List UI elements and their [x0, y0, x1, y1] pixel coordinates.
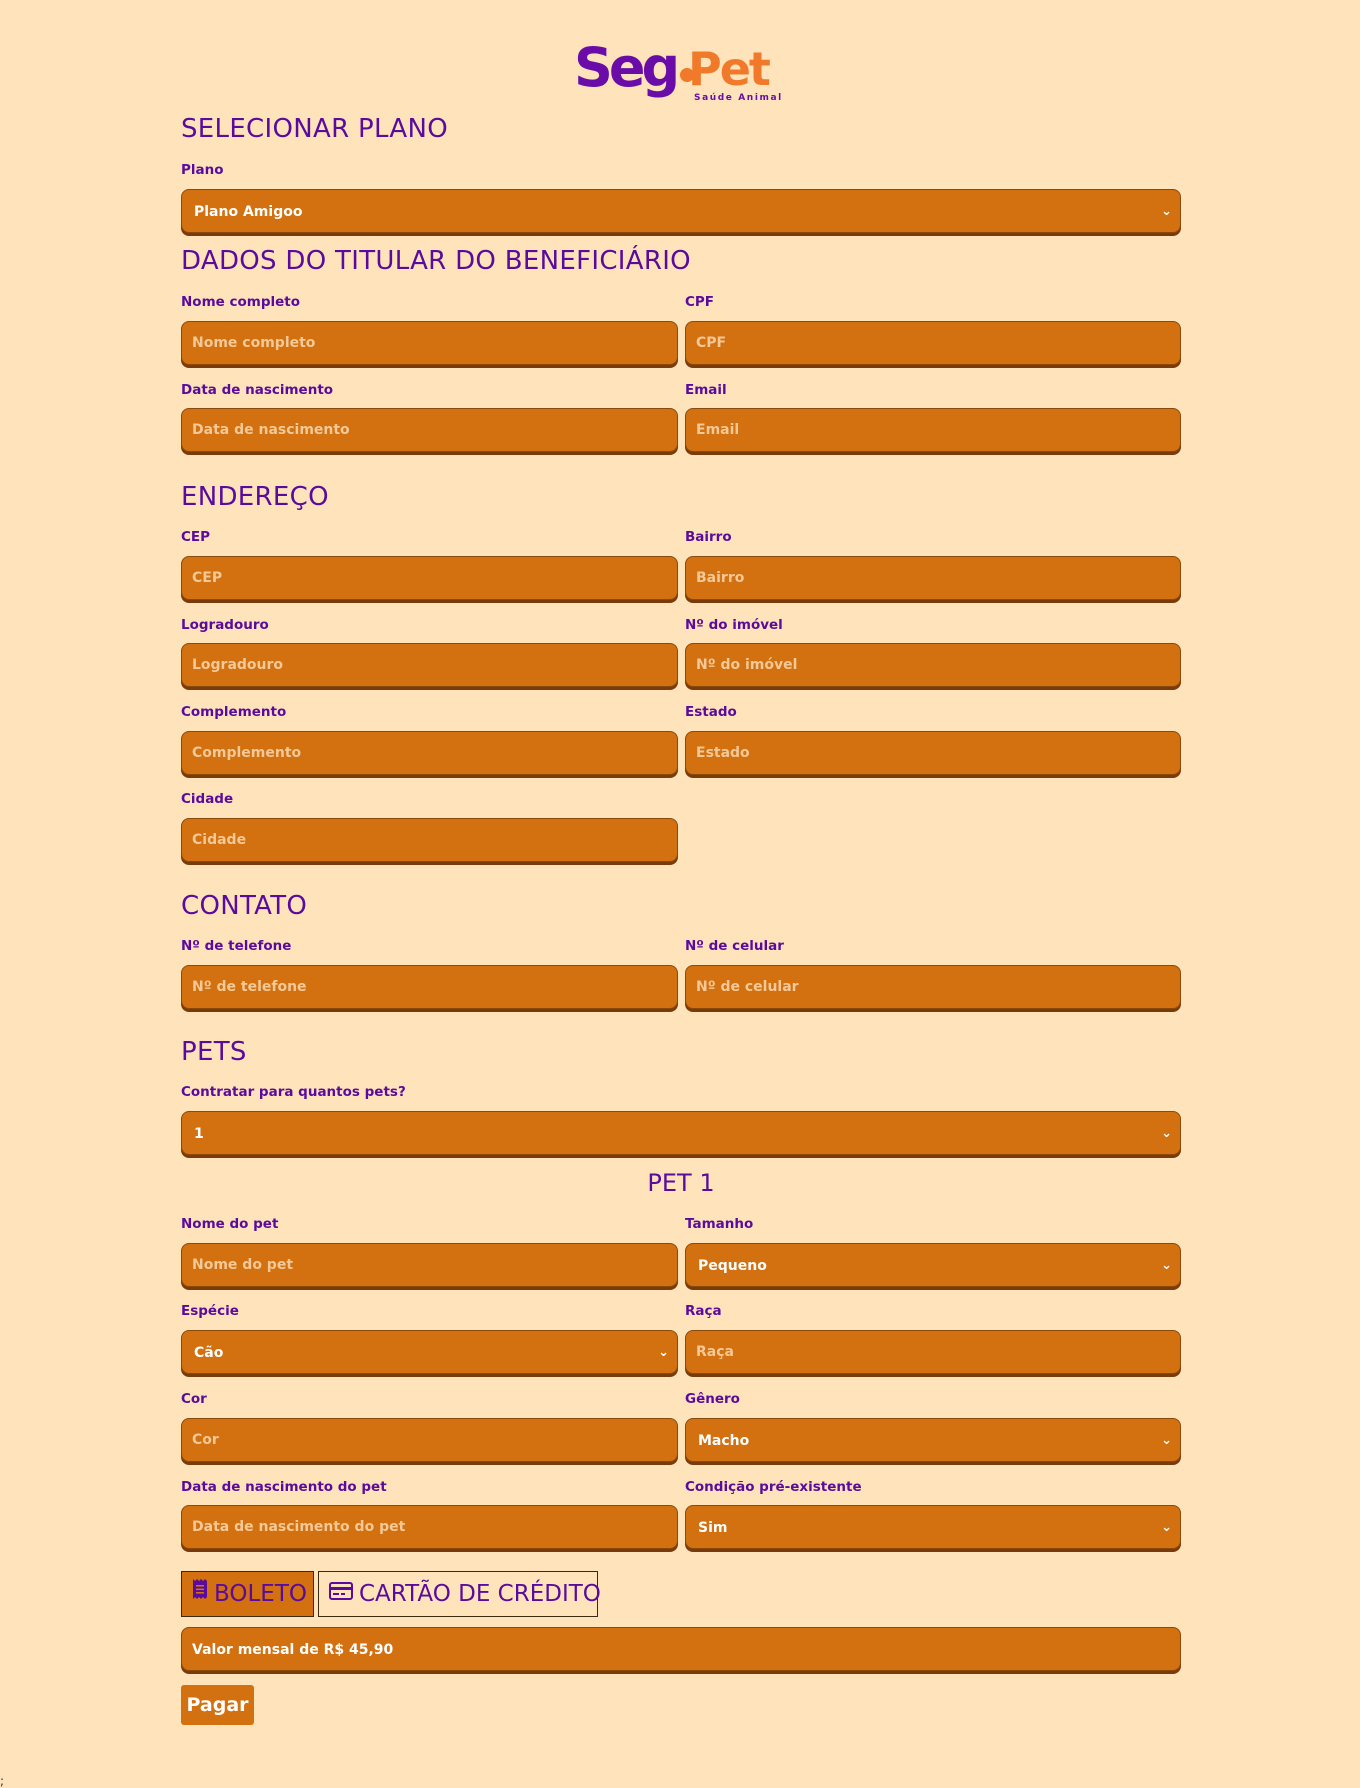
numero-imovel-input[interactable] [685, 643, 1181, 687]
celular-input[interactable] [685, 965, 1181, 1009]
label-plano: Plano [181, 162, 224, 178]
logo-subtitle: Saúde Animal [694, 93, 783, 103]
label-cidade: Cidade [181, 791, 234, 807]
boleto-label: BOLETO [214, 1581, 307, 1607]
section-title-plano: SELECIONAR PLANO [181, 114, 448, 144]
cartao-credito-button[interactable]: CARTÃO DE CRÉDITO [318, 1571, 601, 1617]
tamanho-select[interactable]: Pequeno ⌄ [685, 1243, 1181, 1287]
condicao-value: Sim [698, 1520, 728, 1536]
pagar-button[interactable]: Pagar [181, 1685, 254, 1725]
label-logradouro: Logradouro [181, 617, 269, 633]
label-complemento: Complemento [181, 704, 287, 720]
label-data-nascimento: Data de nascimento [181, 382, 334, 398]
label-nome-completo: Nome completo [181, 294, 301, 310]
label-condicao: Condição pré-existente [685, 1479, 862, 1495]
especie-select[interactable]: Cão ⌄ [181, 1330, 678, 1374]
estado-input[interactable] [685, 731, 1181, 775]
chevron-down-icon: ⌄ [1161, 1520, 1172, 1535]
label-cor: Cor [181, 1391, 207, 1407]
data-nascimento-input[interactable] [181, 408, 678, 452]
label-telefone: Nº de telefone [181, 938, 292, 954]
cep-input[interactable] [181, 556, 678, 600]
bairro-input[interactable] [685, 556, 1181, 600]
label-email: Email [685, 382, 727, 398]
plano-select-value: Plano Amigoo [194, 204, 303, 220]
label-genero: Gênero [685, 1391, 740, 1407]
cartao-label: CARTÃO DE CRÉDITO [359, 1581, 601, 1607]
chevron-down-icon: ⌄ [1161, 204, 1172, 219]
label-nome-pet: Nome do pet [181, 1216, 279, 1232]
valor-mensal: Valor mensal de R$ 45,90 [181, 1627, 1181, 1671]
raca-input[interactable] [685, 1330, 1181, 1374]
nome-completo-input[interactable] [181, 321, 678, 365]
genero-select[interactable]: Macho ⌄ [685, 1418, 1181, 1462]
label-nascimento-pet: Data de nascimento do pet [181, 1479, 387, 1495]
especie-value: Cão [194, 1345, 224, 1361]
quantos-pets-value: 1 [194, 1126, 204, 1142]
credit-card-icon [329, 1571, 353, 1615]
logo-pet-text: Pet [688, 42, 771, 96]
genero-value: Macho [698, 1433, 750, 1449]
nome-pet-input[interactable] [181, 1243, 678, 1287]
chevron-down-icon: ⌄ [1161, 1258, 1172, 1273]
complemento-input[interactable] [181, 731, 678, 775]
label-especie: Espécie [181, 1303, 239, 1319]
label-bairro: Bairro [685, 529, 732, 545]
cidade-input[interactable] [181, 818, 678, 862]
logradouro-input[interactable] [181, 643, 678, 687]
chevron-down-icon: ⌄ [1161, 1126, 1172, 1141]
label-tamanho: Tamanho [685, 1216, 754, 1232]
logo-seg-text: Seg [574, 36, 680, 99]
segpet-logo: Seg Pet Saúde Animal [570, 38, 790, 106]
plano-select[interactable]: Plano Amigoo ⌄ [181, 189, 1181, 233]
quantos-pets-select[interactable]: 1 ⌄ [181, 1111, 1181, 1155]
nascimento-pet-input[interactable] [181, 1505, 678, 1549]
label-raca: Raça [685, 1303, 722, 1319]
section-title-pets: PETS [181, 1037, 247, 1067]
label-estado: Estado [685, 704, 737, 720]
stray-character: ; [0, 1774, 5, 1788]
cpf-input[interactable] [685, 321, 1181, 365]
section-title-contato: CONTATO [181, 891, 308, 921]
boleto-button[interactable]: BOLETO [181, 1571, 314, 1617]
label-cpf: CPF [685, 294, 715, 310]
condicao-select[interactable]: Sim ⌄ [685, 1505, 1181, 1549]
label-numero-imovel: Nº do imóvel [685, 617, 783, 633]
cor-input[interactable] [181, 1418, 678, 1462]
section-title-endereco: ENDEREÇO [181, 482, 329, 512]
chevron-down-icon: ⌄ [1161, 1433, 1172, 1448]
label-cep: CEP [181, 529, 211, 545]
email-input[interactable] [685, 408, 1181, 452]
telefone-input[interactable] [181, 965, 678, 1009]
label-celular: Nº de celular [685, 938, 784, 954]
tamanho-value: Pequeno [698, 1258, 767, 1274]
chevron-down-icon: ⌄ [658, 1345, 669, 1360]
receipt-icon [192, 1571, 208, 1615]
pet-1-title: PET 1 [647, 1169, 715, 1197]
label-quantos-pets: Contratar para quantos pets? [181, 1084, 406, 1100]
section-title-titular: DADOS DO TITULAR DO BENEFICIÁRIO [181, 246, 691, 276]
